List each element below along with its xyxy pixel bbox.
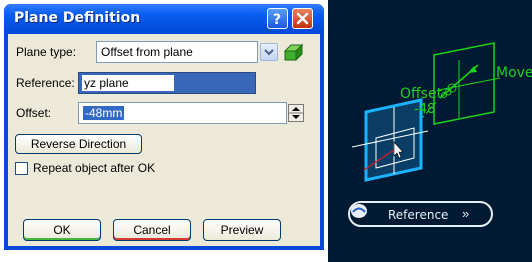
dialog-title: Plane Definition — [14, 10, 141, 26]
reference-label: Reference: — [16, 76, 75, 90]
help-icon: ? — [273, 12, 281, 28]
plane-type-select[interactable]: Offset from plane — [96, 41, 258, 63]
svg-text:?: ? — [273, 12, 281, 28]
plane-type-dropdown-button[interactable] — [260, 43, 278, 61]
spin-up-icon[interactable] — [292, 107, 300, 111]
reference-pill-label: Reference — [388, 208, 449, 222]
dialog-body: Plane type: Offset from plane Reference:… — [8, 34, 320, 246]
plane-type-label: Plane type: — [16, 45, 77, 59]
reference-value: yz plane — [82, 75, 174, 91]
chevron-right-icon[interactable]: » — [462, 206, 469, 221]
plane-tool-button[interactable] — [282, 41, 306, 63]
reference-field[interactable]: yz plane — [78, 72, 256, 94]
offset-input[interactable]: -48mm — [78, 102, 287, 124]
title-bar[interactable]: Plane Definition ? — [4, 4, 324, 34]
plane-type-value: Offset from plane — [101, 45, 193, 59]
reference-icon — [351, 204, 367, 218]
3d-viewport[interactable]: Move Offset -48 Reference » — [328, 0, 532, 262]
repeat-object-label: Repeat object after OK — [33, 161, 156, 175]
close-icon — [296, 12, 309, 25]
help-button[interactable]: ? — [267, 8, 288, 29]
preview-button[interactable]: Preview — [203, 219, 281, 241]
close-button[interactable] — [292, 8, 313, 29]
move-label[interactable]: Move — [496, 65, 532, 81]
dropdown-arrow-icon — [264, 49, 274, 56]
plane-tool-icon — [283, 43, 304, 62]
reference-pill[interactable]: Reference » — [348, 201, 493, 227]
plane-definition-dialog: Plane Definition ? Plane type: Offset fr… — [4, 4, 324, 250]
offset-annotation-label[interactable]: Offset — [400, 86, 442, 102]
offset-annotation-value[interactable]: -48 — [414, 102, 435, 117]
offset-label: Offset: — [16, 106, 52, 120]
ok-button[interactable]: OK — [23, 219, 101, 241]
repeat-object-checkbox[interactable] — [15, 162, 28, 175]
offset-value: -48mm — [83, 106, 125, 120]
offset-spinner[interactable] — [288, 104, 304, 122]
cancel-button[interactable]: Cancel — [113, 219, 191, 241]
reverse-direction-button[interactable]: Reverse Direction — [15, 134, 142, 154]
spin-down-icon[interactable] — [292, 115, 300, 119]
offset-plane-preview[interactable] — [433, 42, 501, 125]
